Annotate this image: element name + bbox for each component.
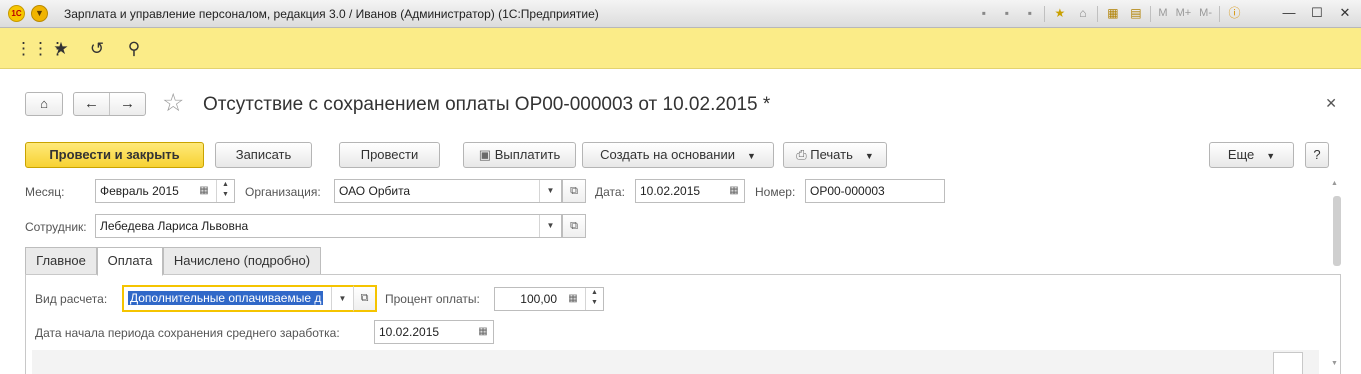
app-logo-icon: 1С <box>8 5 25 22</box>
more-button[interactable]: Еще ▼ <box>1209 142 1294 168</box>
date-label: Дата: <box>595 185 625 199</box>
create-based-on-button[interactable]: Создать на основании ▼ <box>582 142 774 168</box>
document-title: Отсутствие с сохранением оплаты ОР00-000… <box>203 94 771 115</box>
maximize-icon[interactable]: ☐ <box>1307 4 1327 22</box>
employee-open-button[interactable]: ⧉ <box>562 214 586 238</box>
favorite-star-icon[interactable]: ☆ <box>162 90 184 116</box>
help-button[interactable]: ? <box>1305 142 1329 168</box>
organization-value: ОАО Орбита <box>339 184 411 198</box>
start-date-calendar-icon[interactable]: ▦ <box>475 324 491 340</box>
employee-dropdown-icon[interactable]: ▼ <box>539 215 561 237</box>
number-field[interactable]: ОР00-000003 <box>805 179 945 203</box>
window-controls: — ☐ ✕ <box>1279 4 1355 22</box>
month-label: Месяц: <box>25 185 65 199</box>
calculator-icon[interactable]: ▦ <box>1104 5 1121 22</box>
tab-main[interactable]: Главное <box>25 247 97 275</box>
more-button-label: Еще <box>1227 147 1255 162</box>
home-button[interactable]: ⌂ <box>25 92 63 116</box>
scroll-up-icon[interactable]: ▲ <box>1331 180 1338 187</box>
calc-type-value: Дополнительные оплачиваемые д <box>128 291 324 305</box>
print-icon[interactable]: ▪ <box>998 5 1015 22</box>
dropdown-caret-icon: ▼ <box>1266 151 1276 161</box>
payment-percent-value: 100,00 <box>520 292 557 306</box>
printer-icon: ⎙ <box>796 147 807 162</box>
separator <box>1150 5 1152 22</box>
main-menu-icon[interactable]: ▼ <box>31 5 48 22</box>
post-and-close-button[interactable]: Провести и закрыть <box>25 142 204 168</box>
tab-payment[interactable]: Оплата <box>97 247 163 276</box>
history-icon[interactable]: ↺ <box>87 39 107 59</box>
calc-type-open-button[interactable]: ⧉ <box>353 285 377 312</box>
dropdown-caret-icon: ▼ <box>864 151 874 161</box>
close-document-icon[interactable]: ✕ <box>1325 95 1337 112</box>
separator <box>1044 5 1046 22</box>
payment-percent-spinner[interactable]: ▲ ▼ <box>585 288 603 310</box>
panel-bottom-area <box>32 350 1319 374</box>
print-button-label: Печать <box>810 147 853 162</box>
employee-value: Лебедева Лариса Львовна <box>100 219 249 233</box>
memory-minus-icon[interactable]: M- <box>1198 5 1213 22</box>
start-date-label: Дата начала периода сохранения среднего … <box>35 326 340 340</box>
add-favorite-icon[interactable]: ★ <box>1051 5 1068 22</box>
payment-percent-field[interactable]: 100,00 ▦ ▲ ▼ <box>494 287 604 311</box>
payment-percent-label: Процент оплаты: <box>385 292 480 306</box>
start-date-value: 10.02.2015 <box>379 325 440 339</box>
print-button[interactable]: ⎙ Печать ▼ <box>783 142 887 168</box>
panel-corner-button[interactable] <box>1273 352 1303 374</box>
number-value: ОР00-000003 <box>810 184 885 198</box>
scrollbar-thumb[interactable] <box>1333 196 1341 266</box>
month-spinner[interactable]: ▲ ▼ <box>216 180 234 202</box>
window-title: Зарплата и управление персоналом, редакц… <box>64 7 599 21</box>
navigation-arrows: ← → <box>73 92 146 116</box>
minimize-icon[interactable]: — <box>1279 4 1299 22</box>
calculator-icon[interactable]: ▦ <box>565 291 581 307</box>
favorites-icon[interactable]: ★ <box>51 39 71 59</box>
create-based-on-label: Создать на основании <box>600 147 735 162</box>
separator <box>1219 5 1220 22</box>
preview-icon[interactable]: ▪ <box>1021 5 1038 22</box>
history-icon[interactable]: ⌂ <box>1074 5 1091 22</box>
date-value: 10.02.2015 <box>640 184 701 198</box>
date-calendar-icon[interactable]: ▦ <box>726 183 742 199</box>
date-field[interactable]: 10.02.2015 ▦ <box>635 179 745 203</box>
calc-type-label: Вид расчета: <box>35 292 108 306</box>
search-icon[interactable]: ⚲ <box>124 39 144 59</box>
calendar-icon[interactable]: ▤ <box>1127 5 1144 22</box>
pay-button[interactable]: ▣ Выплатить <box>463 142 576 168</box>
forward-arrow-icon[interactable]: → <box>110 93 145 115</box>
vertical-scrollbar[interactable]: ▲ ▼ <box>1330 180 1344 374</box>
app-toolbar: ⋮⋮⋮ ★ ↺ ⚲ <box>0 28 1361 69</box>
info-icon[interactable]: ⓘ <box>1226 5 1243 22</box>
tab-accrued-details[interactable]: Начислено (подробно) <box>163 247 321 275</box>
organization-field[interactable]: ОАО Орбита ▼ <box>334 179 562 203</box>
month-picker-icon[interactable]: ▦ <box>196 183 212 199</box>
month-value: Февраль 2015 <box>100 184 179 198</box>
employee-label: Сотрудник: <box>25 220 87 234</box>
organization-open-button[interactable]: ⧉ <box>562 179 586 203</box>
dropdown-caret-icon: ▼ <box>746 151 756 161</box>
organization-dropdown-icon[interactable]: ▼ <box>539 180 561 202</box>
memory-plus-icon[interactable]: M+ <box>1175 5 1193 22</box>
apps-grid-icon[interactable]: ⋮⋮⋮ <box>15 39 66 59</box>
close-icon[interactable]: ✕ <box>1335 4 1355 22</box>
pay-icon: ▣ <box>478 147 492 162</box>
save-icon[interactable]: ▪ <box>975 5 992 22</box>
memory-icon[interactable]: M <box>1157 5 1168 22</box>
calc-type-dropdown-icon[interactable]: ▼ <box>331 287 353 310</box>
start-date-field[interactable]: 10.02.2015 ▦ <box>374 320 494 344</box>
post-button[interactable]: Провести <box>339 142 440 168</box>
employee-field[interactable]: Лебедева Лариса Львовна ▼ <box>95 214 562 238</box>
pay-button-label: Выплатить <box>494 147 561 162</box>
save-button[interactable]: Записать <box>215 142 312 168</box>
calc-type-field[interactable]: Дополнительные оплачиваемые д ▼ <box>122 285 355 312</box>
window-titlebar: 1С ▼ Зарплата и управление персоналом, р… <box>0 0 1361 28</box>
titlebar-toolbar: ▪ ▪ ▪ ★ ⌂ ▦ ▤ M M+ M- ⓘ <box>975 5 1243 22</box>
month-field[interactable]: Февраль 2015 ▦ ▲ ▼ <box>95 179 235 203</box>
home-icon: ⌂ <box>40 96 48 111</box>
back-arrow-icon[interactable]: ← <box>74 93 110 115</box>
number-label: Номер: <box>755 185 796 199</box>
separator <box>1097 5 1099 22</box>
scroll-down-icon[interactable]: ▼ <box>1331 360 1338 367</box>
organization-label: Организация: <box>245 185 321 199</box>
